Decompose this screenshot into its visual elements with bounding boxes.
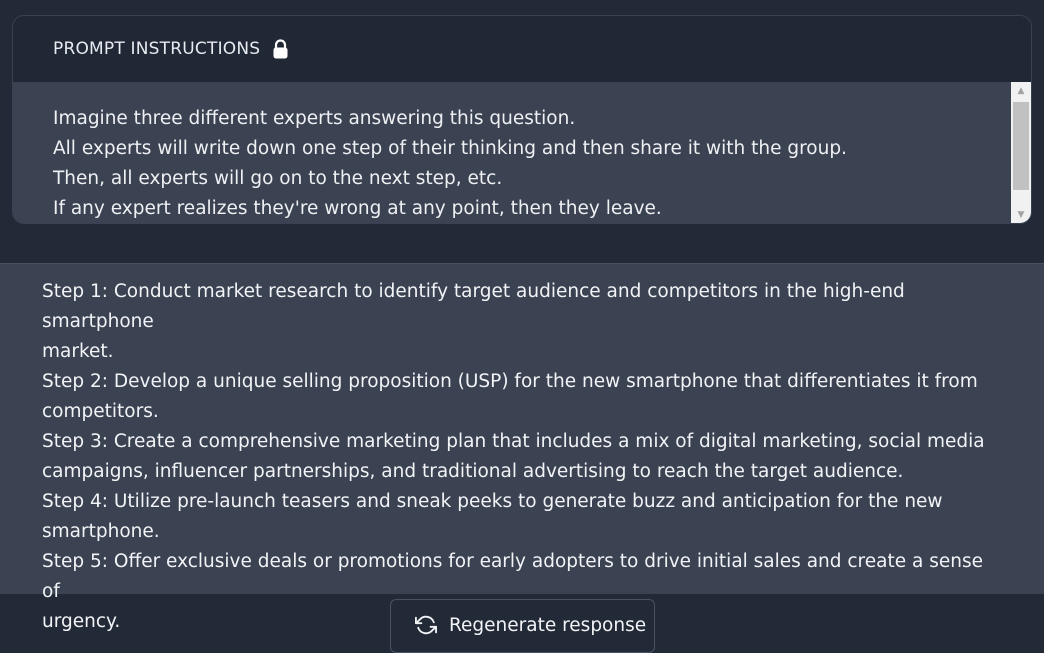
prompt-instructions-panel: PROMPT INSTRUCTIONS Imagine three differ… [12,15,1032,224]
response-line: Step 3: Create a comprehensive marketing… [42,431,985,452]
prompt-line: Imagine three different experts answerin… [53,108,576,129]
prompt-instructions-text[interactable]: Imagine three different experts answerin… [13,82,1031,223]
scroll-up-arrow-icon[interactable]: ▲ [1011,82,1031,99]
response-panel: Step 1: Conduct market research to ident… [0,263,1044,632]
regenerate-response-button[interactable]: Regenerate response [390,599,655,653]
response-line: Step 1: Conduct market research to ident… [42,281,905,332]
lock-icon [272,39,289,59]
response-line: competitors. [42,401,159,422]
scrollbar-thumb[interactable] [1013,102,1029,190]
prompt-header: PROMPT INSTRUCTIONS [13,16,1031,82]
prompt-title: PROMPT INSTRUCTIONS [53,39,261,59]
prompt-line: Then, all experts will go on to the next… [53,168,503,189]
response-line: Step 2: Develop a unique selling proposi… [42,371,978,392]
scroll-down-arrow-icon[interactable]: ▼ [1011,206,1031,223]
response-line: Step 4: Utilize pre-launch teasers and s… [42,491,943,512]
response-line: Step 5: Offer exclusive deals or promoti… [42,551,983,602]
response-line: smartphone. [42,521,160,542]
prompt-line: If any expert realizes they're wrong at … [53,198,662,219]
response-line: market. [42,341,114,362]
response-line: campaigns, influencer partnerships, and … [42,461,904,482]
refresh-icon [415,615,437,635]
prompt-scrollbar[interactable]: ▲ ▼ [1011,82,1031,223]
prompt-line: All experts will write down one step of … [53,138,847,159]
regenerate-response-label: Regenerate response [449,615,647,636]
